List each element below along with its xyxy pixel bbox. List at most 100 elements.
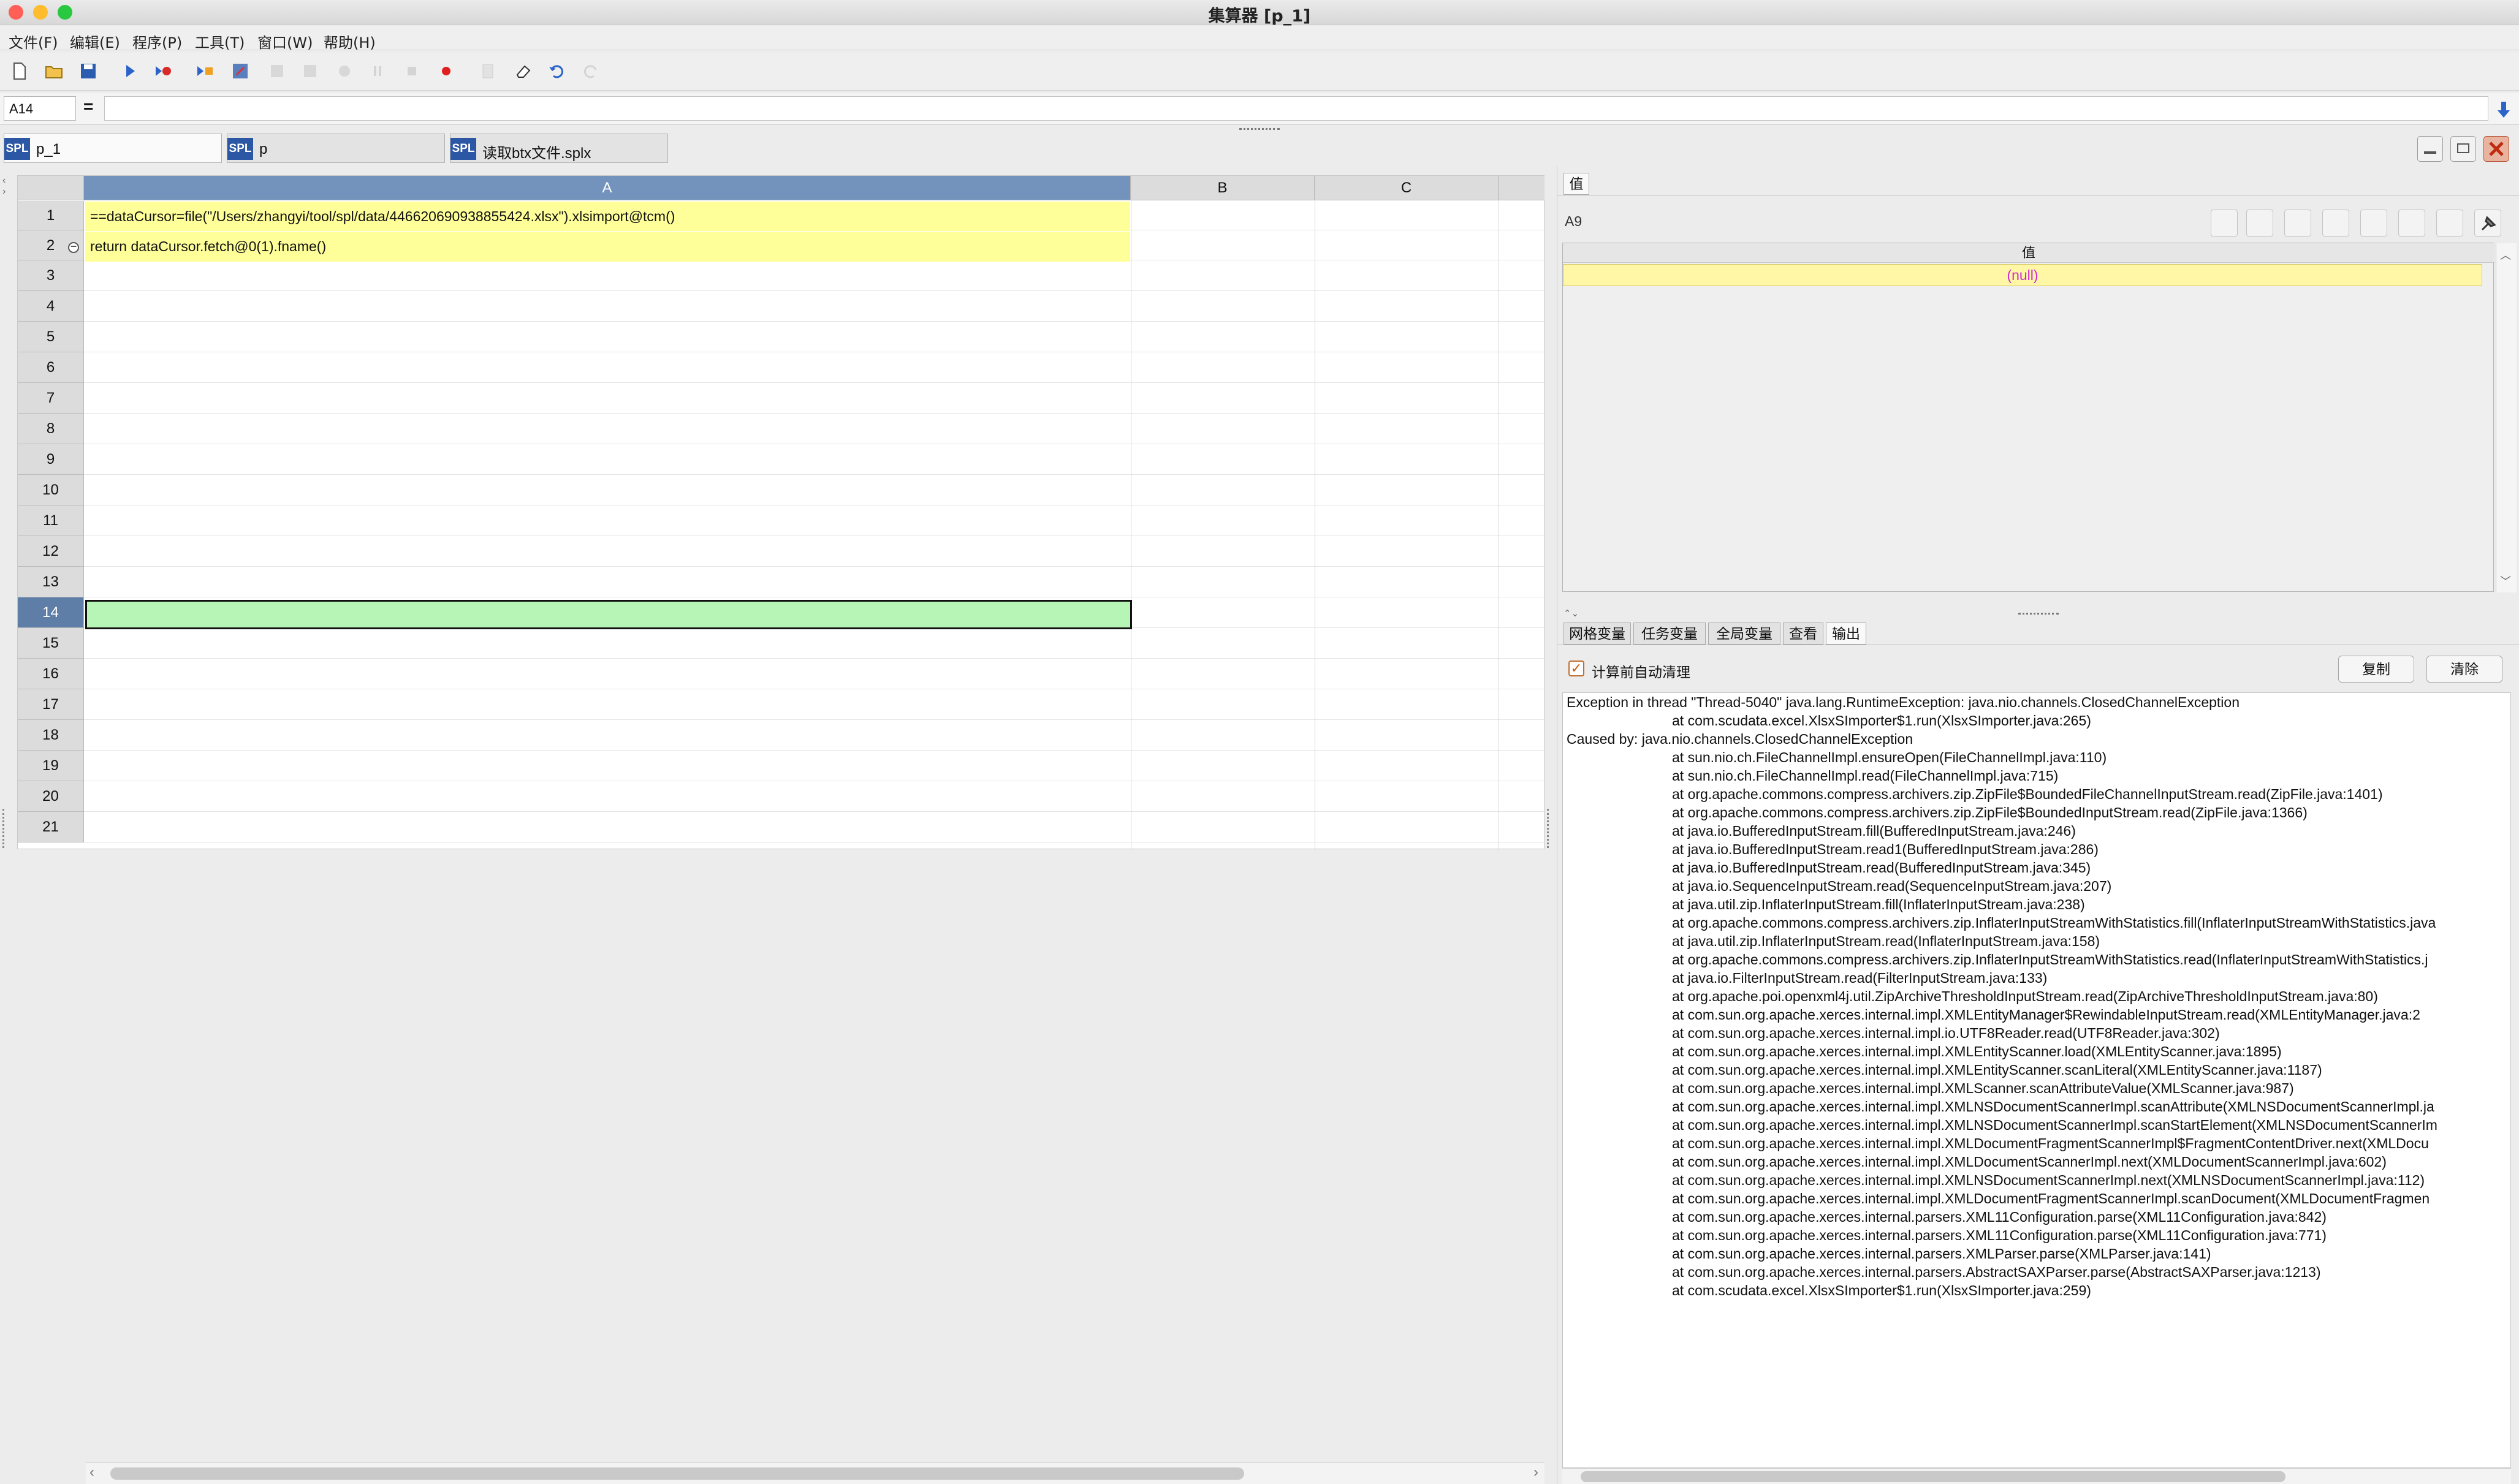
tab-task-variables[interactable]: 任务变量 (1633, 623, 1706, 645)
pin-icon[interactable] (2474, 210, 2501, 237)
console-line: at org.apache.commons.compress.archivers… (1672, 786, 2383, 802)
menu-help[interactable]: 帮助(H) (324, 31, 376, 52)
row-header[interactable]: 5 (18, 322, 84, 352)
open-folder-icon[interactable] (44, 61, 64, 81)
redo-icon (584, 65, 597, 78)
console-line: at org.apache.commons.compress.archivers… (1672, 952, 2428, 967)
console-horizontal-scrollbar[interactable] (1562, 1468, 2511, 1484)
formula-bar: A14 = (0, 93, 2519, 125)
spl-file-icon: SPL (227, 138, 253, 160)
row-header[interactable]: 4 (18, 291, 84, 322)
right-splitter-handle[interactable] (1547, 809, 1553, 848)
corner-header[interactable] (18, 176, 84, 200)
collapse-arrow-icon[interactable]: ‹ › (2, 175, 13, 197)
row-header[interactable]: 1 (18, 201, 84, 230)
console-line: at org.apache.commons.compress.archivers… (1672, 804, 2308, 820)
collapse-toggle-icon[interactable]: − (68, 241, 79, 253)
row-header[interactable]: 13 (18, 567, 84, 597)
menu-window[interactable]: 窗口(W) (257, 31, 313, 52)
close-doc-button[interactable] (2483, 136, 2509, 162)
formula-input[interactable] (104, 96, 2488, 121)
console-line: Exception in thread "Thread-5040" java.l… (1567, 694, 2240, 710)
grid-row (84, 444, 1544, 475)
row-header[interactable]: 3 (18, 260, 84, 291)
grid-horizontal-scrollbar[interactable]: ‹ › (86, 1462, 1544, 1484)
console-line: at com.sun.org.apache.xerces.internal.im… (1672, 1117, 2437, 1133)
row-header[interactable]: 18 (18, 720, 84, 751)
auto-clear-checkbox[interactable]: ✓ (1568, 661, 1584, 676)
console-line: at java.io.BufferedInputStream.fill(Buff… (1672, 823, 2076, 839)
console-line: at com.sun.org.apache.xerces.internal.im… (1672, 1135, 2429, 1151)
grid-row (84, 291, 1544, 322)
cell-a14-selected[interactable] (85, 600, 1132, 629)
step-icon[interactable] (195, 61, 215, 81)
toolbar (0, 53, 2519, 91)
copy-button[interactable]: 复制 (2338, 656, 2414, 683)
grid-vertical-gutter (1544, 175, 1557, 849)
console-line: at com.scudata.excel.XlsxSImporter$1.run… (1672, 713, 2091, 729)
expand-collapse-icon[interactable]: ⌃⌄ (1563, 608, 1579, 619)
left-splitter-handle[interactable] (2, 809, 9, 848)
row-header[interactable]: 10 (18, 475, 84, 505)
tab-grid-variables[interactable]: 网格变量 (1563, 623, 1631, 645)
calc-cell-icon[interactable] (230, 61, 250, 81)
scroll-right-icon[interactable]: › (1533, 1464, 1538, 1481)
value-vertical-scrollbar[interactable]: ︿ ﹀ (2496, 243, 2517, 592)
arrow-down-icon[interactable] (2496, 100, 2512, 119)
row-header[interactable]: 15 (18, 628, 84, 659)
row-header[interactable]: 7 (18, 383, 84, 414)
row-header[interactable]: 6 (18, 352, 84, 383)
menu-file[interactable]: 文件(F) (9, 31, 58, 52)
value-cell[interactable]: (null) (1563, 264, 2482, 286)
step-into-icon (271, 65, 283, 77)
debug-run-icon[interactable] (153, 61, 173, 81)
cell-a2[interactable]: return dataCursor.fetch@0(1).fname() (85, 232, 1130, 262)
cell-a1[interactable]: ==dataCursor=file("/Users/zhangyi/tool/s… (85, 202, 1130, 231)
column-header-b[interactable]: B (1131, 176, 1315, 200)
row-header[interactable]: 8 (18, 414, 84, 444)
file-tab-read-btx[interactable]: SPL 读取btx文件.splx (450, 134, 668, 163)
cell-reference-field[interactable]: A14 (4, 96, 76, 121)
restore-doc-button[interactable] (2450, 136, 2476, 162)
row-header[interactable]: 21 (18, 812, 84, 842)
undo-icon[interactable] (547, 61, 566, 81)
clear-button[interactable]: 清除 (2426, 656, 2502, 683)
grid-row (84, 689, 1544, 720)
column-header-extra (1499, 176, 1545, 200)
column-header-a[interactable]: A (84, 176, 1131, 200)
breakpoint-icon[interactable] (436, 61, 456, 81)
scroll-thumb[interactable] (110, 1467, 1244, 1480)
new-file-icon[interactable] (10, 61, 29, 81)
scroll-left-icon[interactable]: ‹ (89, 1464, 94, 1481)
save-icon[interactable] (78, 61, 98, 81)
row-header[interactable]: 16 (18, 659, 84, 689)
menu-edit[interactable]: 编辑(E) (70, 31, 120, 52)
menu-program[interactable]: 程序(P) (132, 31, 182, 52)
row-header[interactable]: 11 (18, 505, 84, 536)
row-header[interactable]: 14 (18, 597, 84, 628)
spl-file-icon: SPL (4, 138, 30, 160)
console-line: at org.apache.poi.openxml4j.util.ZipArch… (1672, 988, 2378, 1004)
grid-row (84, 352, 1544, 383)
eraser-icon[interactable] (514, 61, 533, 81)
tab-global-variables[interactable]: 全局变量 (1708, 623, 1780, 645)
row-header[interactable]: 17 (18, 689, 84, 720)
row-header[interactable]: 12 (18, 536, 84, 567)
tab-value[interactable]: 值 (1563, 173, 1589, 195)
row-header[interactable]: 19 (18, 751, 84, 781)
run-icon[interactable] (120, 61, 140, 81)
file-tab-p[interactable]: SPL p (227, 134, 445, 163)
console-line: at java.util.zip.InflaterInputStream.fil… (1672, 896, 2085, 912)
minimize-doc-button[interactable] (2417, 136, 2443, 162)
tab-output[interactable]: 输出 (1826, 623, 1866, 645)
scroll-thumb[interactable] (1581, 1471, 2285, 1482)
grid-row (84, 260, 1544, 291)
tab-watch[interactable]: 查看 (1783, 623, 1823, 645)
panel-splitter-handle[interactable] (2018, 613, 2059, 616)
column-header-c[interactable]: C (1315, 176, 1499, 200)
output-console[interactable]: Exception in thread "Thread-5040" java.l… (1562, 692, 2511, 1468)
row-header[interactable]: 20 (18, 781, 84, 812)
row-header[interactable]: 9 (18, 444, 84, 475)
file-tab-p1[interactable]: SPL p_1 (4, 134, 222, 163)
menu-tools[interactable]: 工具(T) (195, 31, 245, 52)
